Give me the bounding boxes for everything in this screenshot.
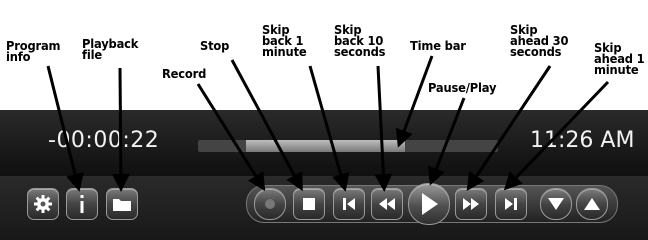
label-record: Record <box>162 66 207 81</box>
label-skip-ahead-30: Skip ahead 30 seconds <box>510 22 569 59</box>
record-icon <box>265 199 275 209</box>
fast-forward-icon <box>463 198 479 210</box>
elapsed-time: -00:00:22 <box>48 128 160 153</box>
label-skip-back-10: Skip back 10 seconds <box>334 22 386 59</box>
playback-file-button[interactable] <box>106 188 138 220</box>
skip-ahead-1-minute-button[interactable] <box>495 188 527 220</box>
up-button[interactable] <box>576 188 608 220</box>
label-skip-ahead-1: Skip ahead 1 minute <box>594 40 645 77</box>
label-stop: Stop <box>200 38 230 53</box>
skip-back-1-minute-button[interactable] <box>333 188 365 220</box>
skip-back-10-seconds-button[interactable] <box>371 188 403 220</box>
skip-back-icon <box>343 198 355 210</box>
rewind-icon <box>379 198 395 210</box>
skip-ahead-30-seconds-button[interactable] <box>455 188 487 220</box>
time-bar[interactable] <box>198 140 498 152</box>
label-program-info: Program info <box>6 38 61 64</box>
folder-icon <box>113 199 131 211</box>
time-bar-fill <box>246 140 405 152</box>
gear-icon <box>34 195 52 213</box>
record-button[interactable] <box>254 188 286 220</box>
triangle-up-icon <box>584 198 600 210</box>
settings-button[interactable] <box>27 188 59 220</box>
clock-time: 11:26 AM <box>530 128 635 153</box>
triangle-down-icon <box>548 198 564 210</box>
program-info-button[interactable] <box>66 188 98 220</box>
pause-play-button[interactable] <box>408 183 450 225</box>
label-skip-back-1: Skip back 1 minute <box>262 22 307 59</box>
play-icon <box>422 193 438 215</box>
info-icon <box>80 195 84 213</box>
label-pause-play: Pause/Play <box>428 80 497 95</box>
label-playback-file: Playback file <box>82 36 139 62</box>
stop-icon <box>303 198 315 210</box>
label-time-bar: Time bar <box>410 38 466 53</box>
down-button[interactable] <box>540 188 572 220</box>
stop-button[interactable] <box>293 188 325 220</box>
skip-forward-icon <box>505 198 517 210</box>
